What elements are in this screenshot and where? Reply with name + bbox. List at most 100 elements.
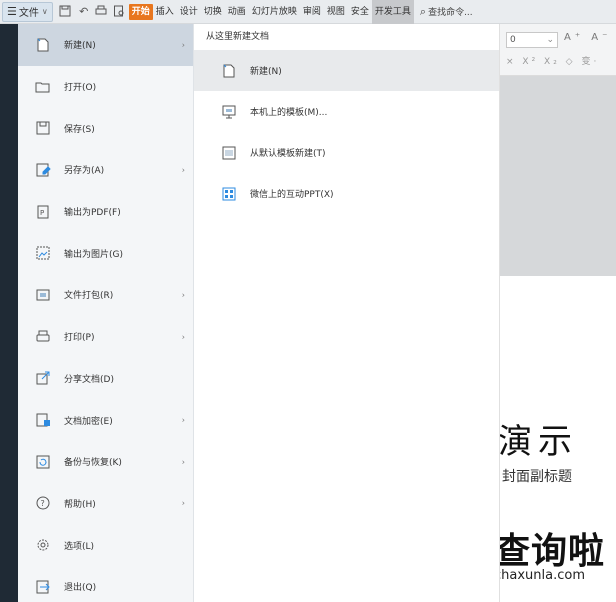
file-menu-button[interactable]: ☰ 文件 ∨	[2, 1, 53, 22]
file-menu-label: 文件	[18, 8, 39, 19]
menu-item-label: 备份与恢复(K)	[64, 458, 122, 469]
command-search[interactable]: ⌕ 查找命令...	[420, 5, 473, 19]
menu-item-label: 新建(N)	[64, 41, 96, 52]
tab-transitions[interactable]: 切换	[201, 0, 225, 24]
package-icon	[34, 287, 52, 303]
menu-item-label: 退出(Q)	[64, 583, 97, 594]
menu-item-options[interactable]: 选项(L)	[18, 524, 193, 566]
submenu-item-label: 本机上的模板(M)...	[250, 108, 328, 118]
menu-item-package[interactable]: 文件打包(R) ›	[18, 274, 193, 316]
menu-item-label: 保存(S)	[64, 124, 95, 135]
export-pdf-icon: P	[34, 204, 52, 220]
wechat-ppt-icon	[220, 186, 238, 202]
watermark-url: chaxunla.com	[494, 568, 585, 583]
exit-icon	[34, 579, 52, 595]
menu-item-label: 文件打包(R)	[64, 291, 114, 302]
menu-item-save-as[interactable]: 另存为(A) ›	[18, 149, 193, 191]
print-icon[interactable]	[95, 5, 109, 19]
chevron-right-icon: ›	[181, 332, 185, 342]
menu-item-encrypt[interactable]: 文档加密(E) ›	[18, 399, 193, 441]
chevron-down-icon: ∨	[41, 7, 48, 16]
chevron-right-icon: ›	[181, 40, 185, 50]
menu-item-label: 选项(L)	[64, 541, 95, 552]
menu-item-label: 打印(P)	[64, 333, 95, 344]
menu-item-backup[interactable]: 备份与恢复(K) ›	[18, 441, 193, 483]
font-size-field[interactable]: 0 ⌄	[506, 32, 558, 48]
encrypt-icon	[34, 412, 52, 428]
tab-slideshow[interactable]: 幻灯片放映	[249, 0, 300, 24]
folder-open-icon	[34, 79, 52, 95]
menu-item-label: 打开(O)	[64, 83, 97, 94]
menu-item-label: 输出为PDF(F)	[64, 208, 121, 219]
tab-security[interactable]: 安全	[348, 0, 372, 24]
submenu-item-local-template[interactable]: 本机上的模板(M)...	[194, 91, 499, 132]
submenu-item-label: 新建(N)	[250, 67, 282, 77]
hamburger-icon: ☰	[7, 5, 17, 18]
submenu-item-label: 微信上的互动PPT(X)	[250, 190, 334, 200]
local-template-icon	[220, 104, 238, 120]
help-icon: ?	[34, 495, 52, 511]
menu-item-exit[interactable]: 退出(Q)	[18, 566, 193, 602]
save-icon[interactable]	[59, 5, 73, 19]
menu-item-save[interactable]: 保存(S)	[18, 107, 193, 149]
chevron-right-icon: ›	[181, 290, 185, 300]
save-icon	[34, 120, 52, 136]
new-file-icon	[220, 63, 238, 79]
menu-item-label: 文档加密(E)	[64, 416, 113, 427]
submenu-item-default-template[interactable]: 从默认模板新建(T)	[194, 132, 499, 173]
svg-text:P: P	[40, 209, 44, 217]
print-icon	[34, 329, 52, 345]
export-image-icon	[34, 245, 52, 261]
watermark-text: 查询啦	[494, 531, 606, 572]
menu-item-new[interactable]: 新建(N) ›	[18, 24, 193, 66]
file-menu-panel: 新建(N) › 打开(O) 保存(S) 另存为(A) › P 输出为PDF(F)…	[18, 24, 194, 602]
ribbon-font-group: 0 ⌄ A⁺ A⁻ × X² X₂ ◇ 变·	[500, 24, 616, 76]
submenu-item-wechat-ppt[interactable]: 微信上的互动PPT(X)	[194, 173, 499, 214]
menu-item-label: 帮助(H)	[64, 499, 96, 510]
font-grow-shrink-buttons[interactable]: A⁺ A⁻	[564, 32, 611, 43]
menu-item-label: 分享文档(D)	[64, 374, 114, 385]
chevron-right-icon: ›	[181, 498, 185, 508]
submenu-item-label: 从默认模板新建(T)	[250, 149, 326, 159]
submenu-item-new[interactable]: 新建(N)	[194, 50, 499, 91]
menu-item-share[interactable]: 分享文档(D)	[18, 358, 193, 400]
share-icon	[34, 370, 52, 386]
undo-icon[interactable]: ↶	[77, 5, 91, 19]
tab-home[interactable]: 开始	[128, 3, 153, 20]
tab-developer[interactable]: 开发工具	[371, 0, 414, 24]
menu-item-export-image[interactable]: 输出为图片(G)	[18, 232, 193, 274]
tab-view[interactable]: 视图	[324, 0, 348, 24]
search-placeholder: 查找命令...	[428, 8, 473, 18]
chevron-right-icon: ›	[181, 165, 185, 175]
chevron-right-icon: ›	[181, 457, 185, 467]
submenu-header: 从这里新建文档	[206, 32, 270, 42]
font-size-value: 0	[510, 35, 516, 45]
menu-item-help[interactable]: ? 帮助(H) ›	[18, 483, 193, 525]
tab-insert[interactable]: 插入	[153, 0, 177, 24]
ribbon-tab-bar: ☰ 文件 ∨ ↶ 开始 插入 设计 切换 动画 幻灯片放映 审阅 视图 安全 开…	[0, 0, 616, 24]
window-left-frame	[0, 0, 18, 602]
backup-icon	[34, 454, 52, 470]
chevron-down-icon: ⌄	[546, 35, 554, 45]
tab-animations[interactable]: 动画	[225, 0, 249, 24]
new-document-submenu: 从这里新建文档 新建(N) 本机上的模板(M)... 从默认模板新建(T) 微信…	[194, 24, 500, 602]
tab-design[interactable]: 设计	[177, 0, 201, 24]
search-icon: ⌕	[419, 4, 427, 18]
menu-item-export-pdf[interactable]: P 输出为PDF(F)	[18, 191, 193, 233]
menu-item-label: 输出为图片(G)	[64, 249, 123, 260]
tab-review[interactable]: 审阅	[300, 0, 324, 24]
slide-subtitle[interactable]: 封面副标题	[502, 466, 572, 486]
slide-title[interactable]: 演示	[498, 414, 578, 463]
gear-icon	[34, 537, 52, 553]
menu-item-label: 另存为(A)	[64, 166, 105, 177]
menu-item-print[interactable]: 打印(P) ›	[18, 316, 193, 358]
print-preview-icon[interactable]	[113, 5, 127, 19]
editor-canvas	[500, 76, 616, 276]
svg-text:?: ?	[41, 499, 45, 508]
menu-item-open[interactable]: 打开(O)	[18, 66, 193, 108]
font-format-buttons[interactable]: × X² X₂ ◇ 变·	[506, 54, 599, 67]
save-as-icon	[34, 162, 52, 178]
chevron-right-icon: ›	[181, 415, 185, 425]
default-template-icon	[220, 145, 238, 161]
new-file-icon	[34, 37, 52, 53]
